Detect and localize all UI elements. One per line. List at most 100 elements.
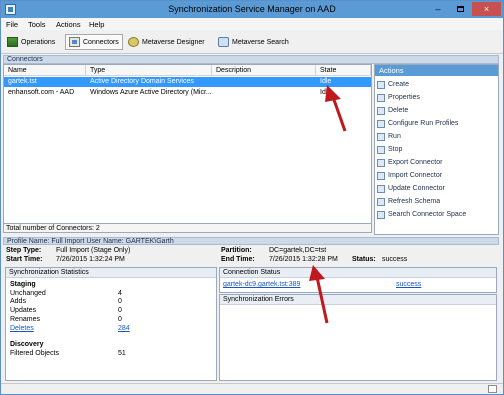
metaverse-search-button[interactable]: Metaverse Search <box>218 34 289 50</box>
connection-server-link[interactable]: gartek-dc9.gartek.tst:389 <box>223 281 300 288</box>
title-bar: Synchronization Service Manager on AAD –… <box>1 1 503 18</box>
adds-value: 0 <box>118 298 122 305</box>
action-label: Refresh Schema <box>388 198 441 205</box>
updates-value: 0 <box>118 307 122 314</box>
renames-value: 0 <box>118 316 122 323</box>
column-header-type[interactable]: Type <box>86 65 212 76</box>
partition-label: Partition: <box>221 247 252 254</box>
app-window: Synchronization Service Manager on AAD –… <box>0 0 504 395</box>
stop-icon <box>377 145 385 154</box>
action-label: Stop <box>388 146 403 153</box>
sync-stats-panel: Synchronization Statistics Staging Uncha… <box>5 267 217 381</box>
action-create[interactable]: Create <box>377 79 409 90</box>
table-row[interactable]: gartek.tst Active Directory Domain Servi… <box>4 77 371 87</box>
connectors-icon <box>69 37 80 47</box>
delete-icon <box>377 106 385 115</box>
action-export-connector[interactable]: Export Connector <box>377 157 442 168</box>
maximize-button[interactable] <box>450 2 470 16</box>
deletes-value-link[interactable]: 284 <box>118 325 130 332</box>
action-run[interactable]: Run <box>377 131 401 142</box>
column-header-state[interactable]: State <box>316 65 371 76</box>
action-properties[interactable]: Properties <box>377 92 420 103</box>
action-search-connector-space[interactable]: Search Connector Space <box>377 209 466 220</box>
export-icon <box>377 158 385 167</box>
menu-help[interactable]: Help <box>89 20 104 29</box>
connection-status-title: Connection Status <box>220 268 496 278</box>
end-time-value: 7/26/2015 1:32:28 PM <box>269 256 338 263</box>
metaverse-search-label: Metaverse Search <box>232 38 289 46</box>
connectors-section-header: Connectors <box>3 55 499 64</box>
profile-band: Profile Name: Full Import User Name: GAR… <box>3 237 499 245</box>
sync-errors-title: Synchronization Errors <box>220 295 496 305</box>
operations-button[interactable]: Operations <box>7 34 55 50</box>
cell-type: Windows Azure Active Directory (Micr... <box>90 89 212 96</box>
unchanged-label: Unchanged <box>10 290 46 297</box>
toolbar: Operations Connectors Metaverse Designer… <box>1 30 503 54</box>
close-button[interactable]: × <box>472 2 501 16</box>
menu-file[interactable]: File <box>6 20 18 29</box>
action-label: Configure Run Profiles <box>388 120 459 127</box>
metaverse-designer-icon <box>128 37 139 47</box>
action-stop[interactable]: Stop <box>377 144 402 155</box>
run-icon <box>377 132 385 141</box>
staging-heading: Staging <box>10 281 36 288</box>
search-icon <box>377 210 385 219</box>
status-label: Status: <box>352 256 376 263</box>
action-update-connector[interactable]: Update Connector <box>377 183 445 194</box>
create-icon <box>377 80 385 89</box>
adds-label: Adds <box>10 298 26 305</box>
cell-name: gartek.tst <box>8 78 37 85</box>
resize-grip-icon[interactable] <box>488 385 497 393</box>
action-delete[interactable]: Delete <box>377 105 408 116</box>
maximize-icon <box>456 6 464 12</box>
arrow-shaft <box>315 276 329 324</box>
column-header-name[interactable]: Name <box>4 65 86 76</box>
action-label: Search Connector Space <box>388 211 467 218</box>
connection-result-link[interactable]: success <box>396 281 421 288</box>
status-bar <box>1 383 503 394</box>
menu-actions[interactable]: Actions <box>56 20 81 29</box>
actions-pane: Actions Create Properties Delete Configu… <box>374 64 499 235</box>
metaverse-designer-button[interactable]: Metaverse Designer <box>128 34 205 50</box>
action-label: Delete <box>388 107 409 114</box>
connection-status-panel: Connection Status gartek-dc9.gartek.tst:… <box>219 267 497 293</box>
actions-header: Actions <box>375 65 498 76</box>
annotation-arrow-end-time <box>309 265 329 324</box>
sync-errors-panel: Synchronization Errors <box>219 294 497 381</box>
action-label: Import Connector <box>388 172 443 179</box>
action-configure-run-profiles[interactable]: Configure Run Profiles <box>377 118 458 129</box>
refresh-icon <box>377 197 385 206</box>
metaverse-search-icon <box>218 37 229 47</box>
metaverse-designer-label: Metaverse Designer <box>142 38 205 46</box>
filtered-label: Filtered Objects <box>10 350 60 357</box>
arrow-head <box>325 85 341 102</box>
arrow-shaft <box>331 96 347 132</box>
menu-tools[interactable]: Tools <box>28 20 46 29</box>
action-label: Update Connector <box>388 185 445 192</box>
partition-value: DC=gartek,DC=tst <box>269 247 327 254</box>
end-time-label: End Time: <box>221 256 255 263</box>
update-icon <box>377 184 385 193</box>
deletes-link[interactable]: Deletes <box>10 325 34 332</box>
status-value: success <box>382 256 408 263</box>
operations-icon <box>7 37 18 47</box>
operations-label: Operations <box>21 38 56 46</box>
action-label: Create <box>388 81 410 88</box>
menu-bar: File Tools Actions Help <box>1 18 503 30</box>
import-icon <box>377 171 385 180</box>
step-type-label: Step Type: <box>6 247 42 254</box>
connectors-table: Name Type Description State gartek.tst A… <box>3 64 372 224</box>
action-label: Export Connector <box>388 159 443 166</box>
action-label: Properties <box>388 94 420 101</box>
renames-label: Renames <box>10 316 40 323</box>
cell-type: Active Directory Domain Services <box>90 78 194 85</box>
unchanged-value: 4 <box>118 290 122 297</box>
action-refresh-schema[interactable]: Refresh Schema <box>377 196 440 207</box>
connector-count: Total number of Connectors: 2 <box>3 224 372 233</box>
connectors-button[interactable]: Connectors <box>65 34 123 50</box>
start-time-value: 7/26/2015 1:32:24 PM <box>56 256 125 263</box>
column-header-description[interactable]: Description <box>212 65 316 76</box>
action-import-connector[interactable]: Import Connector <box>377 170 442 181</box>
table-row[interactable]: enhansoft.com - AAD Windows Azure Active… <box>4 88 371 98</box>
minimize-button[interactable]: – <box>428 2 448 16</box>
